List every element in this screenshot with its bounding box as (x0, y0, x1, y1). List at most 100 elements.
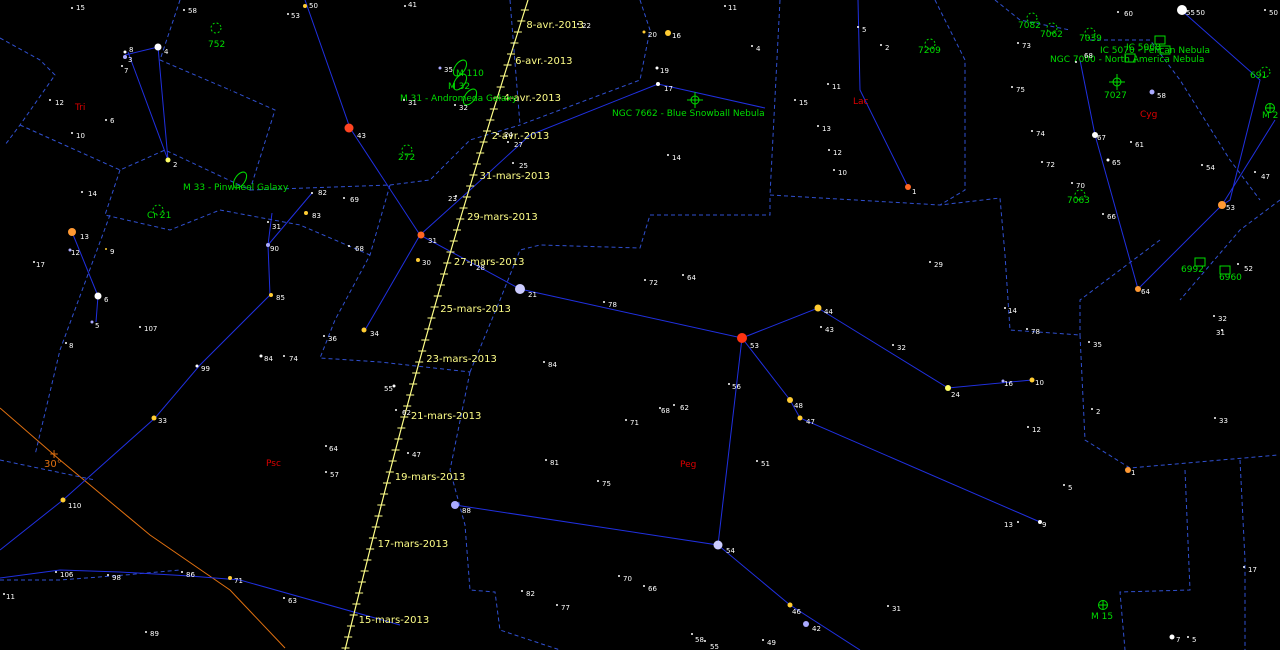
star-marker[interactable] (1201, 164, 1203, 166)
star-marker[interactable] (105, 119, 107, 121)
star-marker[interactable] (521, 590, 523, 592)
star-marker[interactable] (892, 344, 894, 346)
star-marker[interactable] (323, 335, 325, 337)
star-marker[interactable] (1075, 61, 1077, 63)
star-marker[interactable] (644, 279, 646, 281)
star-marker[interactable] (817, 125, 819, 127)
star-marker[interactable] (545, 459, 547, 461)
star-marker[interactable] (81, 191, 83, 193)
star-marker[interactable] (348, 245, 350, 247)
star-marker[interactable] (1091, 408, 1093, 410)
star-marker[interactable] (1063, 484, 1065, 486)
star-marker[interactable] (787, 602, 793, 608)
planetary-nebula-icon[interactable] (687, 92, 703, 108)
star-marker[interactable] (451, 501, 459, 509)
star-marker[interactable] (787, 397, 793, 403)
star-marker[interactable] (283, 597, 285, 599)
star-marker[interactable] (1106, 158, 1110, 162)
star-marker[interactable] (820, 326, 822, 328)
star-marker[interactable] (1017, 42, 1019, 44)
star-marker[interactable] (404, 5, 406, 7)
star-marker[interactable] (656, 82, 660, 86)
star-marker[interactable] (71, 7, 73, 9)
star-marker[interactable] (343, 197, 345, 199)
star-marker[interactable] (762, 639, 764, 641)
star-marker[interactable] (880, 44, 882, 46)
star-marker[interactable] (303, 4, 307, 8)
star-marker[interactable] (814, 304, 822, 312)
star-marker[interactable] (857, 26, 859, 28)
star-marker[interactable] (665, 30, 671, 36)
star-marker[interactable] (416, 258, 420, 262)
star-marker[interactable] (828, 149, 830, 151)
star-marker[interactable] (94, 292, 102, 300)
star-marker[interactable] (655, 66, 659, 70)
star-marker[interactable] (49, 99, 51, 101)
star-marker[interactable] (751, 45, 753, 47)
star-marker[interactable] (556, 604, 558, 606)
star-marker[interactable] (267, 221, 269, 223)
star-marker[interactable] (1264, 9, 1266, 11)
star-marker[interactable] (403, 99, 405, 101)
star-marker[interactable] (1026, 328, 1028, 330)
star-marker[interactable] (1254, 171, 1256, 173)
star-marker[interactable] (507, 141, 509, 143)
star-marker[interactable] (361, 327, 367, 333)
star-marker[interactable] (1004, 307, 1006, 309)
star-marker[interactable] (68, 228, 76, 236)
star-marker[interactable] (154, 43, 162, 51)
globular-cluster-icon[interactable] (1098, 600, 1108, 610)
star-marker[interactable] (1237, 263, 1239, 265)
star-marker[interactable] (438, 66, 442, 70)
star-marker[interactable] (195, 364, 199, 368)
star-marker[interactable] (704, 640, 706, 642)
star-marker[interactable] (1017, 521, 1019, 523)
star-marker[interactable] (183, 9, 185, 11)
star-marker[interactable] (794, 99, 796, 101)
star-marker[interactable] (724, 5, 726, 7)
star-marker[interactable] (543, 361, 545, 363)
star-marker[interactable] (577, 23, 579, 25)
star-marker[interactable] (691, 633, 693, 635)
star-marker[interactable] (1187, 636, 1189, 638)
star-marker[interactable] (325, 445, 327, 447)
star-marker[interactable] (181, 571, 183, 573)
star-marker[interactable] (145, 631, 147, 633)
star-marker[interactable] (682, 274, 684, 276)
star-chart[interactable]: + 8-avr.-20136-avr.-20134-avr.-20132-avr… (0, 0, 1280, 650)
star-marker[interactable] (287, 13, 289, 15)
star-marker[interactable] (1027, 426, 1029, 428)
star-marker[interactable] (344, 123, 354, 133)
star-marker[interactable] (470, 264, 472, 266)
star-marker[interactable] (797, 415, 803, 421)
star-marker[interactable] (512, 162, 514, 164)
star-marker[interactable] (597, 480, 599, 482)
star-marker[interactable] (123, 55, 127, 59)
star-marker[interactable] (1213, 315, 1215, 317)
open-cluster-icon[interactable] (210, 22, 222, 34)
star-marker[interactable] (1071, 182, 1073, 184)
star-marker[interactable] (60, 497, 66, 503)
star-marker[interactable] (1130, 141, 1132, 143)
star-marker[interactable] (325, 471, 327, 473)
star-marker[interactable] (1117, 11, 1119, 13)
star-marker[interactable] (737, 333, 747, 343)
star-marker[interactable] (515, 284, 525, 294)
star-marker[interactable] (803, 621, 809, 627)
star-marker[interactable] (673, 404, 675, 406)
star-marker[interactable] (311, 192, 313, 194)
star-marker[interactable] (1214, 417, 1216, 419)
star-marker[interactable] (392, 384, 396, 388)
star-marker[interactable] (1243, 566, 1245, 568)
star-marker[interactable] (304, 211, 308, 215)
star-marker[interactable] (756, 460, 758, 462)
star-marker[interactable] (123, 50, 127, 54)
star-marker[interactable] (643, 585, 645, 587)
star-marker[interactable] (55, 571, 57, 573)
star-marker[interactable] (1218, 201, 1226, 209)
star-marker[interactable] (497, 133, 499, 135)
star-marker[interactable] (667, 154, 669, 156)
star-marker[interactable] (407, 452, 409, 454)
star-marker[interactable] (1149, 89, 1155, 95)
star-marker[interactable] (3, 593, 5, 595)
